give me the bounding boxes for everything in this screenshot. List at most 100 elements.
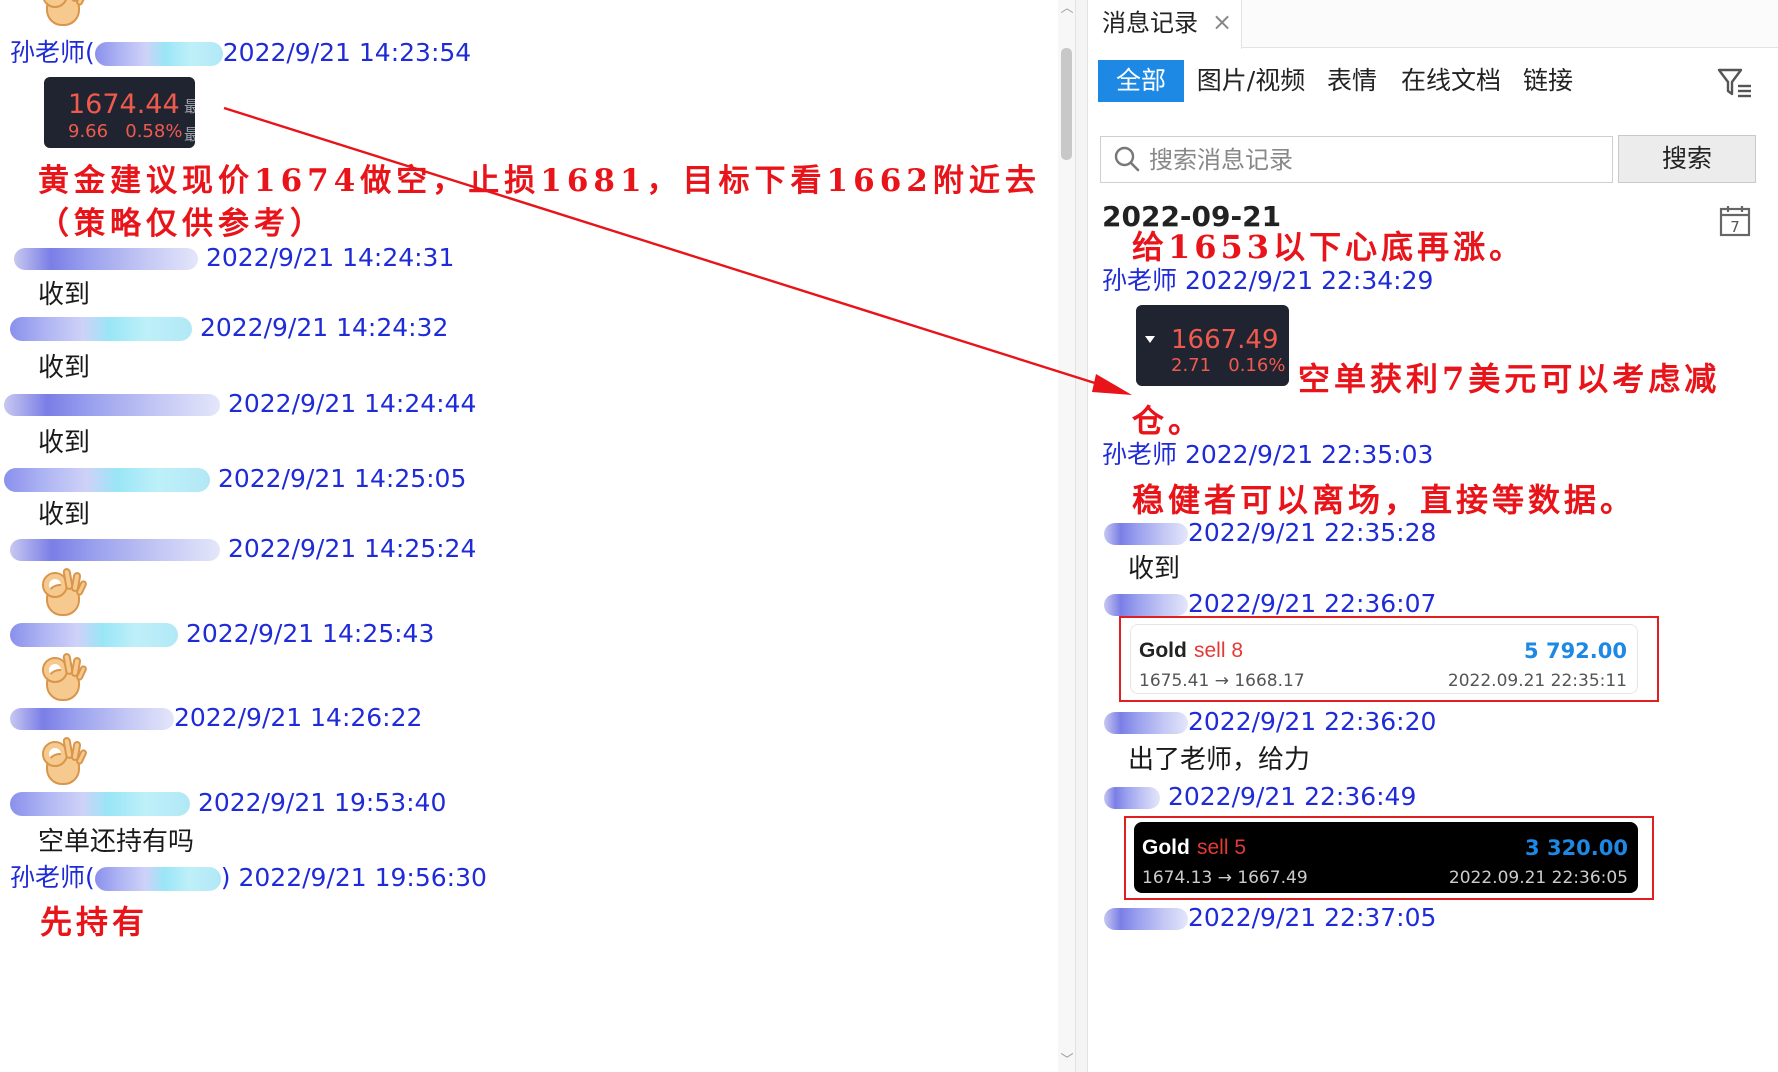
trade-symbol: Gold (1139, 639, 1187, 662)
dropdown-icon (1145, 336, 1155, 343)
sender-name[interactable]: 孙老师( (10, 38, 95, 67)
tab-title: 消息记录 (1102, 9, 1198, 37)
message-time: 2022/9/21 22:35:28 (1188, 518, 1437, 547)
message-time: 2022/9/21 14:26:22 (174, 703, 423, 732)
message-time: 2022/9/21 22:36:49 (1167, 782, 1417, 811)
quote-side-label: 最 (184, 97, 195, 116)
blurred-sender-id (4, 468, 210, 492)
trade-time: 2022.09.21 22:36:05 (1448, 868, 1628, 888)
sender-name[interactable]: 孙老师( (10, 863, 95, 892)
message-header: 2022/9/21 22:36:20 (1104, 707, 1436, 737)
trade-profit: 5 792.00 (1524, 639, 1627, 663)
blurred-sender-id (10, 792, 190, 816)
blurred-sender-id (94, 867, 221, 891)
ok-hand-emoji-icon (40, 567, 89, 618)
filter-tab-media[interactable]: 图片/视频 (1192, 60, 1310, 102)
message-header: 2022/9/21 14:24:32 (10, 313, 448, 343)
message-time: 2022/9/21 14:24:32 (199, 313, 449, 342)
gold-quote-card[interactable]: 1674.44 9.66 0.58% 最 最 (44, 77, 195, 148)
filter-tab-stickers[interactable]: 表情 (1320, 60, 1384, 102)
annotation-text: 空单获利7美元可以考虑减 (1298, 360, 1721, 398)
message-text: 收到 (1128, 554, 1181, 584)
blurred-sender-id (94, 42, 223, 66)
annotation-text: 仓。 (1132, 402, 1205, 440)
message-text: 收到 (38, 353, 91, 383)
blurred-sender-id (10, 708, 174, 730)
message-header: 孙老师( 2022/9/21 14:23:54 (10, 38, 471, 68)
annotation-text: 给1653以下心底再涨。 (1132, 228, 1526, 266)
trade-price-route: 1675.41 → 1668.17 (1139, 671, 1305, 691)
message-header: 孙老师() 2022/9/21 19:56:30 (10, 863, 487, 893)
trade-symbol: Gold (1142, 836, 1190, 859)
message-time: 2022/9/21 19:53:40 (197, 788, 447, 817)
message-text: 出了老师，给力 (1128, 745, 1311, 775)
quote-change: 2.71 0.16% (1171, 355, 1286, 376)
message-time: 2022/9/21 14:24:44 (227, 389, 477, 418)
message-header: 2022/9/21 22:35:28 (1104, 518, 1436, 548)
scroll-down-icon[interactable]: ﹀ (1060, 1054, 1074, 1068)
message-header: 2022/9/21 14:25:24 (10, 534, 476, 564)
scroll-up-icon[interactable]: ︿ (1060, 2, 1074, 16)
message-time: 2022/9/21 14:25:24 (227, 534, 477, 563)
blurred-sender-id (1104, 712, 1188, 734)
filter-icon[interactable] (1716, 66, 1754, 100)
blurred-sender-id (1104, 787, 1160, 809)
blurred-sender-id (1104, 908, 1188, 930)
message-time: 2022/9/21 14:25:05 (217, 464, 467, 493)
message-header: 2022/9/21 22:36:49 (1104, 782, 1416, 812)
message-text: 收到 (38, 428, 91, 458)
sender-name-tail: ) (220, 863, 231, 892)
ok-hand-emoji-icon (40, 652, 89, 703)
message-header: 2022/9/21 14:25:05 (4, 464, 466, 494)
trade-result-card[interactable]: Gold sell 5 3 320.00 1674.13 → 1667.49 2… (1134, 822, 1638, 893)
trade-advice-note: （策略仅供参考） (38, 206, 326, 242)
message-header: 2022/9/21 19:53:40 (10, 788, 446, 818)
message-time: 2022/9/21 22:36:20 (1188, 707, 1437, 736)
ok-hand-emoji-icon (40, 0, 89, 28)
tab-strip: 消息记录 × (1088, 0, 1778, 49)
quote-side-label: 最 (184, 125, 195, 144)
sender-name[interactable]: 孙老师 (1102, 440, 1177, 469)
ok-hand-emoji-icon (40, 736, 89, 787)
trade-price-route: 1674.13 → 1667.49 (1142, 868, 1308, 888)
quote-price: 1667.49 (1171, 325, 1279, 355)
search-box (1100, 136, 1613, 183)
annotation-text: 稳健者可以离场，直接等数据。 (1132, 481, 1637, 519)
message-header: 2022/9/21 14:25:43 (10, 619, 434, 649)
blurred-sender-id (14, 248, 198, 270)
scrollbar-thumb[interactable] (1061, 48, 1072, 160)
filter-tab-all[interactable]: 全部 (1098, 60, 1184, 102)
message-header: 孙老师 2022/9/21 22:35:03 (1102, 440, 1433, 470)
quote-price: 1674.44 (68, 89, 180, 120)
message-header: 2022/9/21 22:37:05 (1104, 903, 1436, 933)
blurred-sender-id (4, 394, 220, 416)
blurred-sender-id (10, 623, 178, 647)
message-time: 2022/9/21 22:36:07 (1188, 589, 1437, 618)
blurred-sender-id (10, 539, 220, 561)
message-history-panel: 消息记录 × 全部 图片/视频 表情 在线文档 链接 搜索 2022-09-21 (1088, 0, 1778, 1072)
gold-quote-card[interactable]: 1667.49 2.71 0.16% (1136, 305, 1289, 386)
trade-result-card[interactable]: Gold sell 8 5 792.00 1675.41 → 1668.17 2… (1130, 624, 1638, 694)
calendar-icon[interactable]: 7 (1718, 204, 1752, 238)
blurred-sender-id (1104, 594, 1188, 616)
filter-tab-links[interactable]: 链接 (1516, 60, 1580, 102)
blurred-sender-id (10, 317, 192, 341)
trade-side: sell 5 (1197, 836, 1247, 859)
search-button[interactable]: 搜索 (1618, 135, 1756, 183)
pane-divider[interactable] (1075, 0, 1088, 1072)
quote-change: 9.66 0.58% (68, 121, 183, 142)
trade-time: 2022.09.21 22:35:11 (1447, 671, 1627, 691)
trade-side: sell 8 (1194, 639, 1244, 662)
trade-profit: 3 320.00 (1525, 836, 1628, 860)
message-header: 2022/9/21 14:24:44 (4, 389, 476, 419)
chat-scrollbar[interactable]: ︿ ﹀ (1058, 0, 1075, 1072)
filter-tab-docs[interactable]: 在线文档 (1396, 60, 1506, 102)
message-time: 2022/9/21 14:23:54 (222, 38, 472, 67)
sender-name[interactable]: 孙老师 (1102, 266, 1177, 295)
app-window: 孙老师( 2022/9/21 14:23:54 1674.44 9.66 0.58… (0, 0, 1778, 1072)
close-icon[interactable]: × (1210, 10, 1234, 34)
search-icon (1114, 146, 1140, 172)
search-input[interactable] (1149, 143, 1599, 177)
tab-message-history[interactable]: 消息记录 × (1088, 0, 1242, 49)
message-header: 2022/9/21 14:24:31 (14, 243, 454, 273)
